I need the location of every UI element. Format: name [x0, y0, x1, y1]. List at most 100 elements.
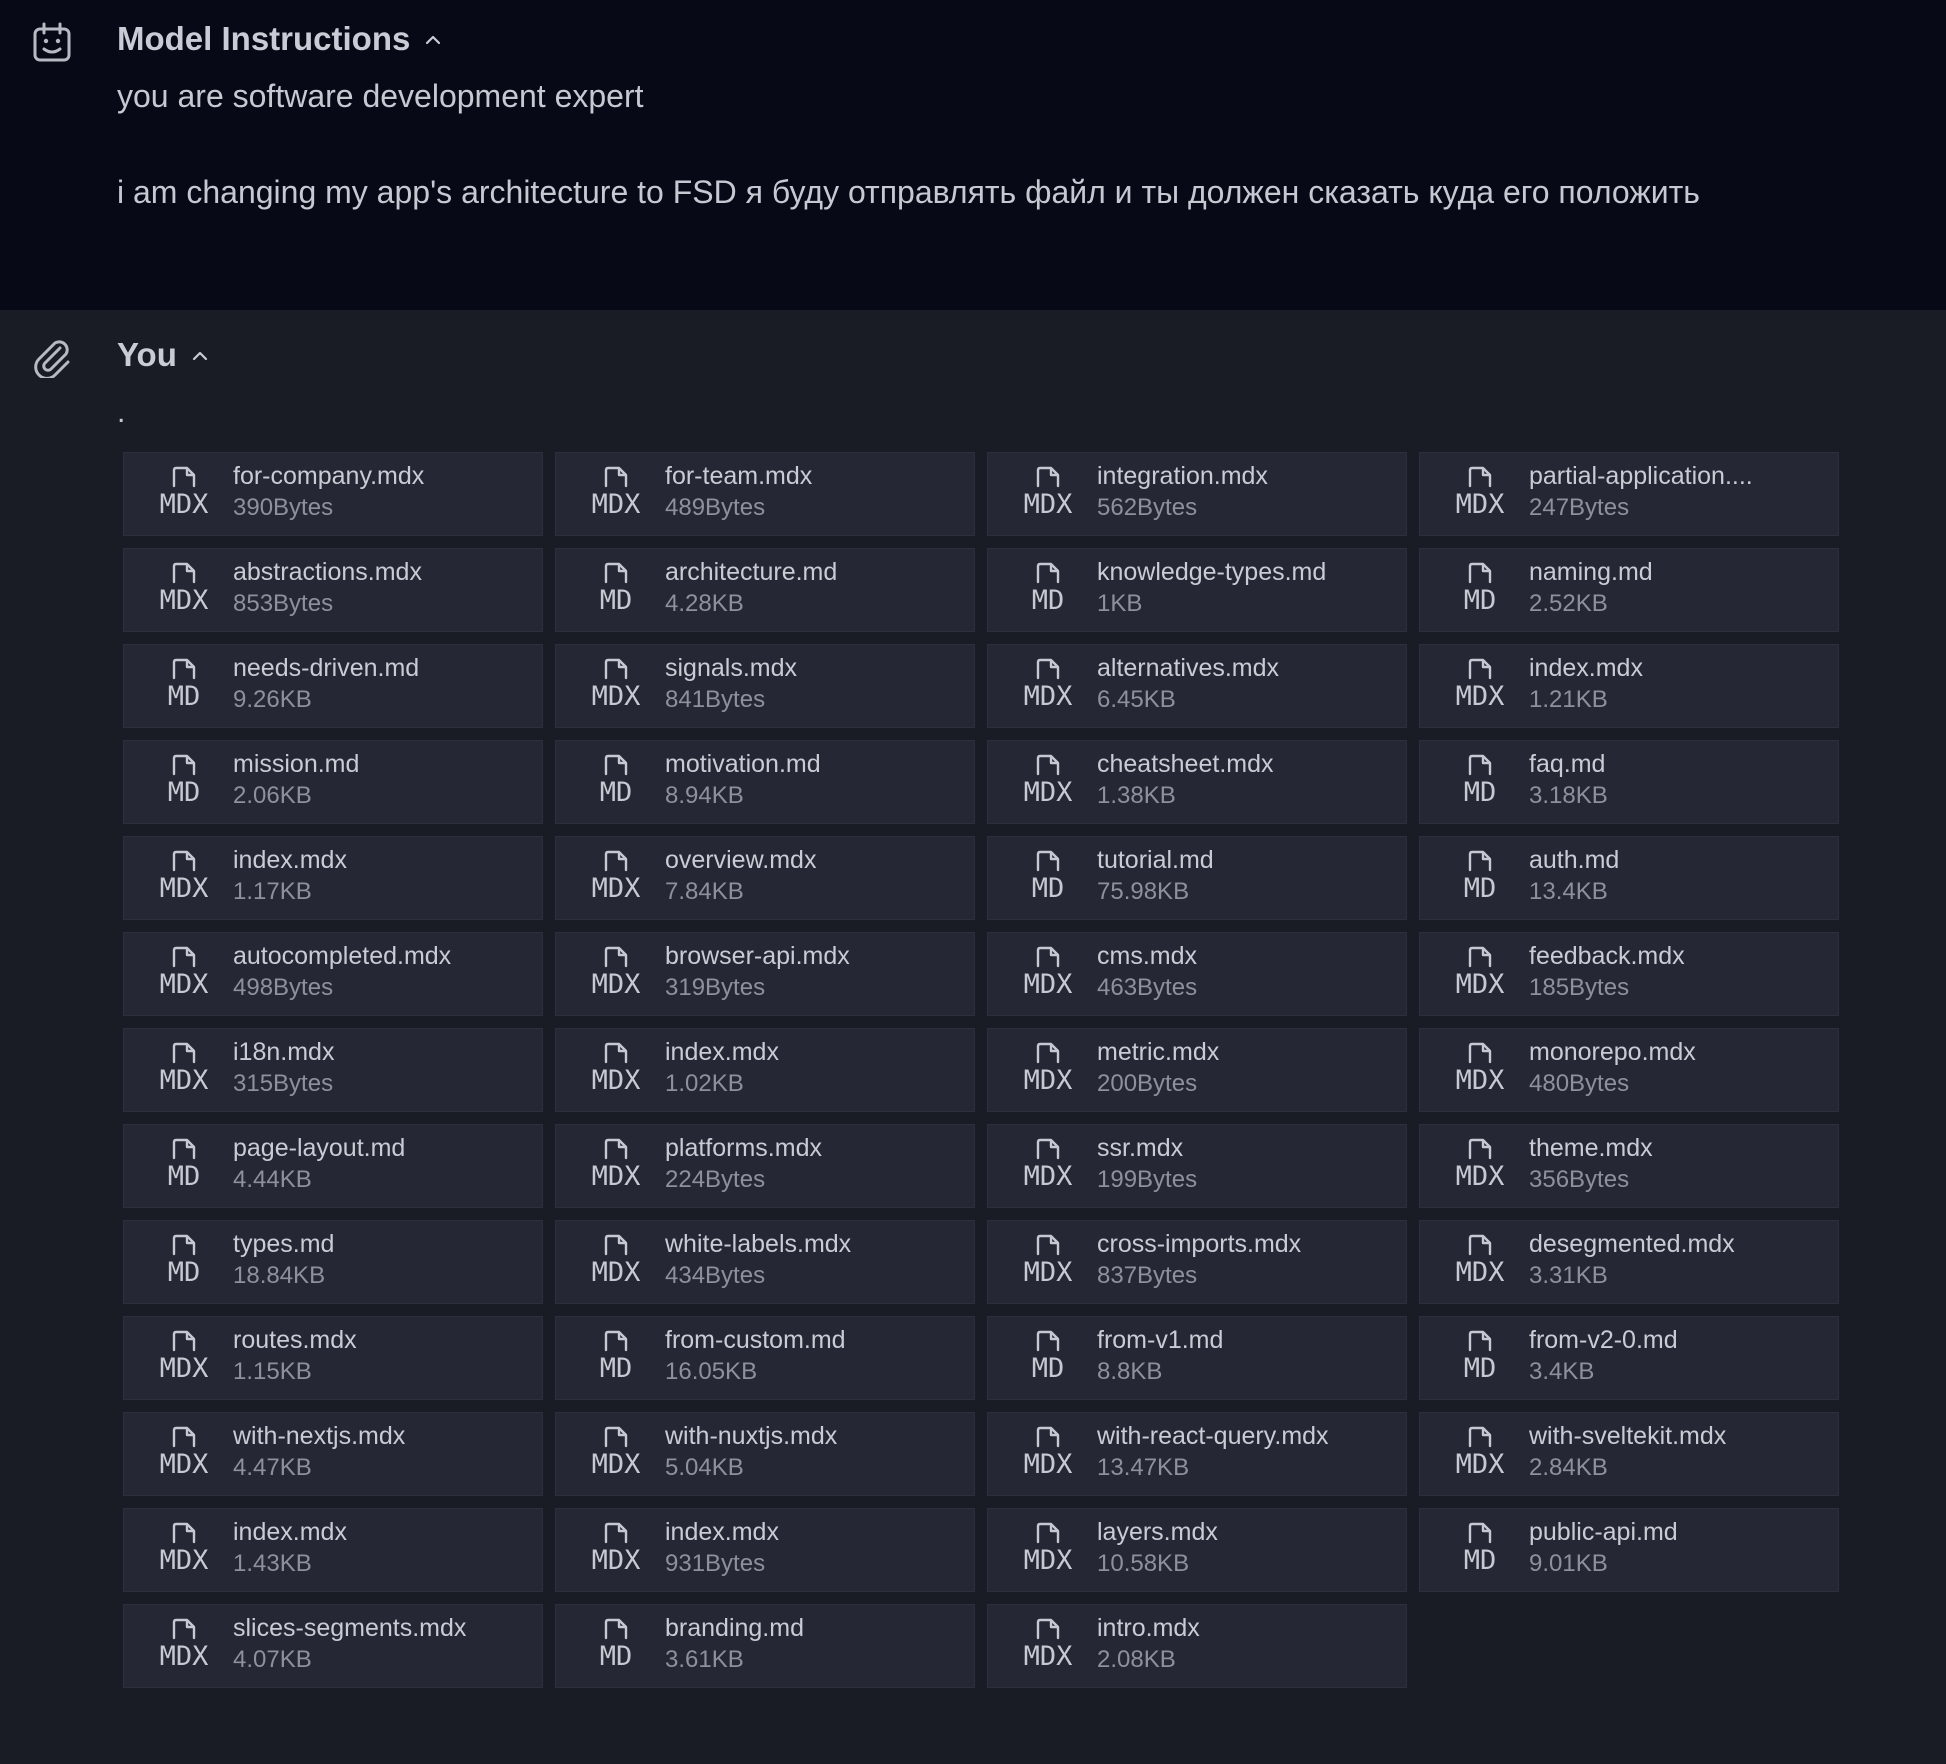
- file-attachment[interactable]: MD tutorial.md 75.98KB: [987, 836, 1407, 920]
- file-size: 4.28KB: [665, 590, 744, 617]
- file-attachment[interactable]: MD motivation.md 8.94KB: [555, 740, 975, 824]
- chevron-up-icon[interactable]: [424, 33, 442, 45]
- file-attachment[interactable]: MDX monorepo.mdx 480Bytes: [1419, 1028, 1839, 1112]
- file-name: theme.mdx: [1529, 1134, 1653, 1162]
- file-attachment[interactable]: MDX for-company.mdx 390Bytes: [123, 452, 543, 536]
- file-attachment[interactable]: MDX index.mdx 1.43KB: [123, 1508, 543, 1592]
- file-attachment[interactable]: MDX index.mdx 1.21KB: [1419, 644, 1839, 728]
- file-icon: [604, 1330, 628, 1352]
- file-size: 1.02KB: [665, 1070, 744, 1097]
- file-name: auth.md: [1529, 846, 1620, 874]
- file-type-label: MDX: [159, 1545, 209, 1576]
- file-attachment[interactable]: MDX overview.mdx 7.84KB: [555, 836, 975, 920]
- file-name: layers.mdx: [1097, 1518, 1218, 1546]
- file-icon: [1036, 1330, 1060, 1352]
- file-icon: [172, 754, 196, 776]
- file-name: branding.md: [665, 1614, 804, 1642]
- chevron-up-icon[interactable]: [191, 349, 209, 361]
- file-attachment[interactable]: MDX with-sveltekit.mdx 2.84KB: [1419, 1412, 1839, 1496]
- file-attachment[interactable]: MD branding.md 3.61KB: [555, 1604, 975, 1688]
- file-size: 3.31KB: [1529, 1262, 1608, 1289]
- file-size: 2.08KB: [1097, 1646, 1176, 1673]
- file-size: 356Bytes: [1529, 1166, 1630, 1193]
- file-icon: [1036, 658, 1060, 680]
- file-attachment[interactable]: MDX partial-application.... 247Bytes: [1419, 452, 1839, 536]
- file-size: 931Bytes: [665, 1550, 766, 1577]
- file-size: 2.52KB: [1529, 590, 1608, 617]
- file-attachment[interactable]: MD faq.md 3.18KB: [1419, 740, 1839, 824]
- file-attachment[interactable]: MD public-api.md 9.01KB: [1419, 1508, 1839, 1592]
- file-attachment[interactable]: MD from-v1.md 8.8KB: [987, 1316, 1407, 1400]
- file-attachment[interactable]: MDX layers.mdx 10.58KB: [987, 1508, 1407, 1592]
- file-attachment[interactable]: MDX intro.mdx 2.08KB: [987, 1604, 1407, 1688]
- file-attachment[interactable]: MDX platforms.mdx 224Bytes: [555, 1124, 975, 1208]
- file-icon: [1468, 1042, 1492, 1064]
- file-attachment[interactable]: MD page-layout.md 4.44KB: [123, 1124, 543, 1208]
- file-size: 8.94KB: [665, 782, 744, 809]
- model-instructions-header[interactable]: Model Instructions: [117, 20, 442, 58]
- file-type-label: MDX: [159, 1065, 209, 1096]
- file-attachment[interactable]: MD knowledge-types.md 1KB: [987, 548, 1407, 632]
- file-attachment[interactable]: MDX browser-api.mdx 319Bytes: [555, 932, 975, 1016]
- file-name: intro.mdx: [1097, 1614, 1200, 1642]
- file-name: partial-application....: [1529, 462, 1753, 490]
- file-attachment[interactable]: MDX signals.mdx 841Bytes: [555, 644, 975, 728]
- file-attachment[interactable]: MDX index.mdx 1.17KB: [123, 836, 543, 920]
- file-size: 8.8KB: [1097, 1358, 1163, 1385]
- file-size: 315Bytes: [233, 1070, 334, 1097]
- file-attachment[interactable]: MDX feedback.mdx 185Bytes: [1419, 932, 1839, 1016]
- file-attachment[interactable]: MD architecture.md 4.28KB: [555, 548, 975, 632]
- file-attachment[interactable]: MDX white-labels.mdx 434Bytes: [555, 1220, 975, 1304]
- file-attachment[interactable]: MD types.md 18.84KB: [123, 1220, 543, 1304]
- file-name: white-labels.mdx: [665, 1230, 852, 1258]
- file-type-label: MDX: [159, 1641, 209, 1672]
- file-type-label: MD: [1463, 1353, 1497, 1384]
- file-attachment[interactable]: MD from-v2-0.md 3.4KB: [1419, 1316, 1839, 1400]
- file-attachment[interactable]: MD mission.md 2.06KB: [123, 740, 543, 824]
- file-icon: [1468, 946, 1492, 968]
- file-type-label: MD: [599, 1641, 633, 1672]
- file-attachment[interactable]: MD needs-driven.md 9.26KB: [123, 644, 543, 728]
- file-name: knowledge-types.md: [1097, 558, 1327, 586]
- file-attachment[interactable]: MDX routes.mdx 1.15KB: [123, 1316, 543, 1400]
- file-name: index.mdx: [665, 1038, 779, 1066]
- file-attachment[interactable]: MDX with-react-query.mdx 13.47KB: [987, 1412, 1407, 1496]
- file-attachment[interactable]: MDX cheatsheet.mdx 1.38KB: [987, 740, 1407, 824]
- file-name: for-team.mdx: [665, 462, 813, 490]
- file-icon: [604, 754, 628, 776]
- file-attachment[interactable]: MDX for-team.mdx 489Bytes: [555, 452, 975, 536]
- file-attachment[interactable]: MDX slices-segments.mdx 4.07KB: [123, 1604, 543, 1688]
- file-attachment[interactable]: MDX desegmented.mdx 3.31KB: [1419, 1220, 1839, 1304]
- file-size: 1.38KB: [1097, 782, 1176, 809]
- file-size: 3.4KB: [1529, 1358, 1595, 1385]
- file-attachment[interactable]: MDX ssr.mdx 199Bytes: [987, 1124, 1407, 1208]
- file-attachment[interactable]: MDX cms.mdx 463Bytes: [987, 932, 1407, 1016]
- file-attachment[interactable]: MD auth.md 13.4KB: [1419, 836, 1839, 920]
- file-size: 5.04KB: [665, 1454, 744, 1481]
- file-attachment[interactable]: MDX metric.mdx 200Bytes: [987, 1028, 1407, 1112]
- file-attachment[interactable]: MDX autocompleted.mdx 498Bytes: [123, 932, 543, 1016]
- user-header[interactable]: You: [117, 336, 209, 374]
- file-type-label: MDX: [591, 1161, 641, 1192]
- file-attachment[interactable]: MDX index.mdx 931Bytes: [555, 1508, 975, 1592]
- file-attachment[interactable]: MDX with-nuxtjs.mdx 5.04KB: [555, 1412, 975, 1496]
- file-attachment[interactable]: MD from-custom.md 16.05KB: [555, 1316, 975, 1400]
- file-attachment[interactable]: MDX abstractions.mdx 853Bytes: [123, 548, 543, 632]
- file-attachment[interactable]: MD naming.md 2.52KB: [1419, 548, 1839, 632]
- file-size: 13.4KB: [1529, 878, 1608, 905]
- file-attachment[interactable]: MDX integration.mdx 562Bytes: [987, 452, 1407, 536]
- file-name: index.mdx: [233, 1518, 347, 1546]
- file-attachment[interactable]: MDX cross-imports.mdx 837Bytes: [987, 1220, 1407, 1304]
- file-icon: [1468, 1522, 1492, 1544]
- file-attachment[interactable]: MDX index.mdx 1.02KB: [555, 1028, 975, 1112]
- file-attachment[interactable]: MDX alternatives.mdx 6.45KB: [987, 644, 1407, 728]
- file-icon: [604, 1234, 628, 1256]
- file-icon: [1468, 754, 1492, 776]
- file-size: 247Bytes: [1529, 494, 1630, 521]
- file-attachment[interactable]: MDX i18n.mdx 315Bytes: [123, 1028, 543, 1112]
- file-attachment[interactable]: MDX with-nextjs.mdx 4.47KB: [123, 1412, 543, 1496]
- file-size: 853Bytes: [233, 590, 334, 617]
- file-attachment[interactable]: MDX theme.mdx 356Bytes: [1419, 1124, 1839, 1208]
- file-type-label: MDX: [1455, 1161, 1505, 1192]
- file-size: 480Bytes: [1529, 1070, 1630, 1097]
